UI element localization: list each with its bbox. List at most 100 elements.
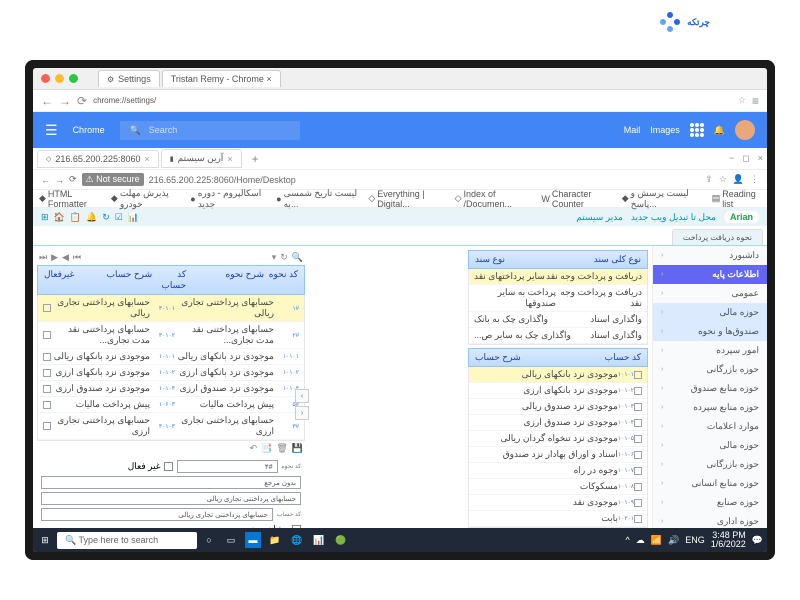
taskbar-app-icon[interactable]: 📁 bbox=[267, 532, 283, 548]
table-row[interactable]: ۱۰۱۰۲موجودی نزد بانکهای ارزی۱۰۱۰۲موجودی … bbox=[38, 365, 304, 381]
table-row[interactable]: ۱۰۱۰۵موجودی نزد تنخواه گردان ریالی bbox=[469, 431, 647, 447]
bookmark-star-icon[interactable]: ☆ bbox=[738, 95, 746, 106]
browser-tab[interactable]: Tristan Remy - Chrome × bbox=[162, 70, 281, 87]
start-button[interactable]: ⊞ bbox=[37, 532, 53, 548]
bookmark-item[interactable]: W Character Counter bbox=[541, 189, 613, 209]
taskbar-app-icon[interactable]: 📊 bbox=[311, 532, 327, 548]
sidebar-item[interactable]: حوزه منابع سپرده‹ bbox=[653, 398, 767, 417]
inner-tab[interactable]: ◇ 216.65.200.225:8060 × bbox=[37, 150, 159, 168]
desc-input[interactable] bbox=[41, 492, 301, 505]
list-item[interactable]: دریافت و پرداخت وجه نقدسایر پرداختهای نق… bbox=[469, 269, 647, 285]
taskbar-app-icon[interactable]: 🌐 bbox=[289, 532, 305, 548]
prev-page-icon[interactable]: ◀ bbox=[62, 252, 69, 263]
sidebar-item[interactable]: صندوق‌ها و نحوه‹ bbox=[653, 322, 767, 341]
undo-icon[interactable]: ↶ bbox=[250, 443, 258, 454]
browser-tab[interactable]: ⚙ Settings bbox=[98, 70, 160, 87]
mail-link[interactable]: Mail bbox=[624, 125, 641, 135]
taskbar-search[interactable]: 🔍 Type here to search bbox=[57, 532, 197, 549]
url-text[interactable]: 216.65.200.225:8060/Home/Desktop bbox=[149, 175, 296, 185]
sidebar-item[interactable]: موارد اعلامات‹ bbox=[653, 417, 767, 436]
url-input[interactable]: chrome://settings/ bbox=[93, 96, 732, 105]
sidebar-item[interactable]: امور سپرده‹ bbox=[653, 341, 767, 360]
table-row[interactable]: ۲#حسابهای پرداختنی نقد مدت تجاری...۳۰۱۰۲… bbox=[38, 322, 304, 349]
table-row[interactable]: ۱۰۱۰۸مسکوکات bbox=[469, 479, 647, 495]
taskbar-app-icon[interactable]: 🟢 bbox=[333, 532, 349, 548]
table-row[interactable]: ۱۰۱۰۴موجودی نزد صندوق ارزی bbox=[469, 415, 647, 431]
sidebar-item[interactable]: حوزه بازرگانی‹ bbox=[653, 455, 767, 474]
bookmark-item[interactable]: ◆ پذیرش مهلت خودرو bbox=[111, 188, 182, 210]
cortana-icon[interactable]: ○ bbox=[201, 532, 217, 548]
close-icon[interactable] bbox=[41, 74, 50, 83]
security-badge[interactable]: ⚠ Not secure bbox=[82, 173, 144, 186]
table-row[interactable]: ۱۰۲۰۱بابت bbox=[469, 511, 647, 527]
window-close-icon[interactable]: × bbox=[758, 153, 763, 164]
inactive-checkbox[interactable]: غیر فعال bbox=[128, 461, 173, 472]
bookmark-item[interactable]: ◇ Everything | Digital... bbox=[368, 189, 446, 209]
taskview-icon[interactable]: ▭ bbox=[223, 532, 239, 548]
back-icon[interactable]: ← bbox=[41, 94, 53, 108]
sidebar-item[interactable]: حوزه مالی‹ bbox=[653, 436, 767, 455]
code-input[interactable] bbox=[177, 460, 278, 473]
bookmark-item[interactable]: ◇ Index of /Documen... bbox=[455, 189, 534, 209]
menu-icon[interactable]: ⋮ bbox=[750, 174, 759, 185]
first-page-icon[interactable]: ⏮ bbox=[73, 252, 81, 263]
forward-icon[interactable]: → bbox=[55, 175, 64, 185]
noref-input[interactable] bbox=[41, 476, 301, 489]
tool-icon[interactable]: ☑ bbox=[115, 212, 123, 223]
lang-indicator[interactable]: ENG bbox=[685, 535, 705, 545]
app-tab[interactable]: نحوه دریافت پرداخت bbox=[672, 229, 763, 245]
tool-icon[interactable]: ↻ bbox=[102, 212, 110, 223]
menu-icon[interactable]: ≡ bbox=[752, 94, 759, 108]
images-link[interactable]: Images bbox=[650, 125, 680, 135]
table-row[interactable]: ۱۰۱۰۴موجودی نزد صندوق ارزی۱۰۱۰۴موجودی نز… bbox=[38, 381, 304, 397]
table-row[interactable]: ۱۰۱۰۹موجودی نقد bbox=[469, 495, 647, 511]
sidebar-item[interactable]: حوزه مالی‹ bbox=[653, 303, 767, 322]
table-row[interactable]: ۱۰۱۰۲موجودی نزد بانکهای ارزی bbox=[469, 383, 647, 399]
account-input[interactable] bbox=[41, 508, 273, 521]
tool-icon[interactable]: ⊞ bbox=[41, 212, 49, 223]
tool-icon[interactable]: 📊 bbox=[128, 212, 139, 223]
sidebar-item[interactable]: عمومی‹ bbox=[653, 284, 767, 303]
share-icon[interactable]: ⇪ bbox=[705, 174, 713, 185]
table-row[interactable]: ۳#حسابهای پرداختنی تجاری ارزی۳۰۱۰۳حسابها… bbox=[38, 413, 304, 440]
tray-icon[interactable]: ^ bbox=[626, 535, 630, 545]
tool-icon[interactable]: 📋 bbox=[70, 212, 81, 223]
last-page-icon[interactable]: ⏭ bbox=[39, 252, 47, 263]
star-icon[interactable]: ☆ bbox=[719, 174, 727, 185]
taskbar-app-icon[interactable]: ▬ bbox=[245, 532, 261, 548]
dropdown-icon[interactable]: ▾ bbox=[272, 252, 277, 263]
tool-icon[interactable]: 🔔 bbox=[86, 212, 97, 223]
table-row[interactable]: ۱۰۱۰۱موجودی نزد بانکهای ریالی bbox=[469, 367, 647, 383]
transfer-left-button[interactable]: ‹ bbox=[295, 406, 309, 420]
bookmark-item[interactable]: ● لیست تاریخ شمسی به... bbox=[276, 188, 360, 210]
sidebar-item[interactable]: حوزه بازرگانی‹ bbox=[653, 360, 767, 379]
save-icon[interactable]: 💾 bbox=[292, 443, 303, 454]
next-page-icon[interactable]: ▶ bbox=[51, 252, 58, 263]
delete-icon[interactable]: 🗑 bbox=[276, 443, 287, 454]
tray-icon[interactable]: ☁ bbox=[636, 535, 645, 546]
profile-icon[interactable]: 👤 bbox=[733, 174, 744, 185]
tray-icon[interactable]: 📶 bbox=[651, 535, 662, 546]
back-icon[interactable]: ← bbox=[41, 175, 50, 185]
apps-grid-icon[interactable] bbox=[690, 123, 704, 137]
sidebar-item[interactable]: اطلاعات پایه‹ bbox=[653, 265, 767, 284]
tool-icon[interactable]: 🏠 bbox=[54, 212, 65, 223]
notification-icon[interactable]: 💬 bbox=[752, 535, 763, 546]
reload-icon[interactable]: ⟳ bbox=[77, 94, 87, 108]
list-item[interactable]: واگذاری اسنادواگذاری چک به بانک bbox=[469, 312, 647, 328]
copy-icon[interactable]: 📑 bbox=[261, 443, 272, 454]
filter-icon[interactable]: 🔍 bbox=[292, 252, 303, 263]
reload-icon[interactable]: ⟳ bbox=[69, 174, 77, 185]
inner-tab[interactable]: ▮ آرین سیستم × bbox=[161, 149, 242, 168]
hamburger-icon[interactable]: ☰ bbox=[45, 122, 58, 139]
sidebar-item[interactable]: داشبورد‹ bbox=[653, 246, 767, 265]
avatar[interactable] bbox=[735, 120, 755, 140]
table-row[interactable]: ۱۰۱۰۷وجوه در راه bbox=[469, 463, 647, 479]
minimize-icon[interactable] bbox=[55, 74, 64, 83]
table-row[interactable]: ۱#حسابهای پرداختنی تجاری ریالی۳۰۱۰۱حسابه… bbox=[38, 295, 304, 322]
reading-list-button[interactable]: ▤ Reading list bbox=[712, 189, 761, 209]
maximize-icon[interactable] bbox=[69, 74, 78, 83]
bookmark-item[interactable]: ● اسکالپروم - دوره جدید bbox=[190, 188, 268, 210]
table-row[interactable]: ۱۰۱۰۶اسناد و اوراق بهادار نزد صندوق bbox=[469, 447, 647, 463]
table-row[interactable]: ۵#پیش پرداخت مالیات۱۰۶۰۳پیش پرداخت مالیا… bbox=[38, 397, 304, 413]
